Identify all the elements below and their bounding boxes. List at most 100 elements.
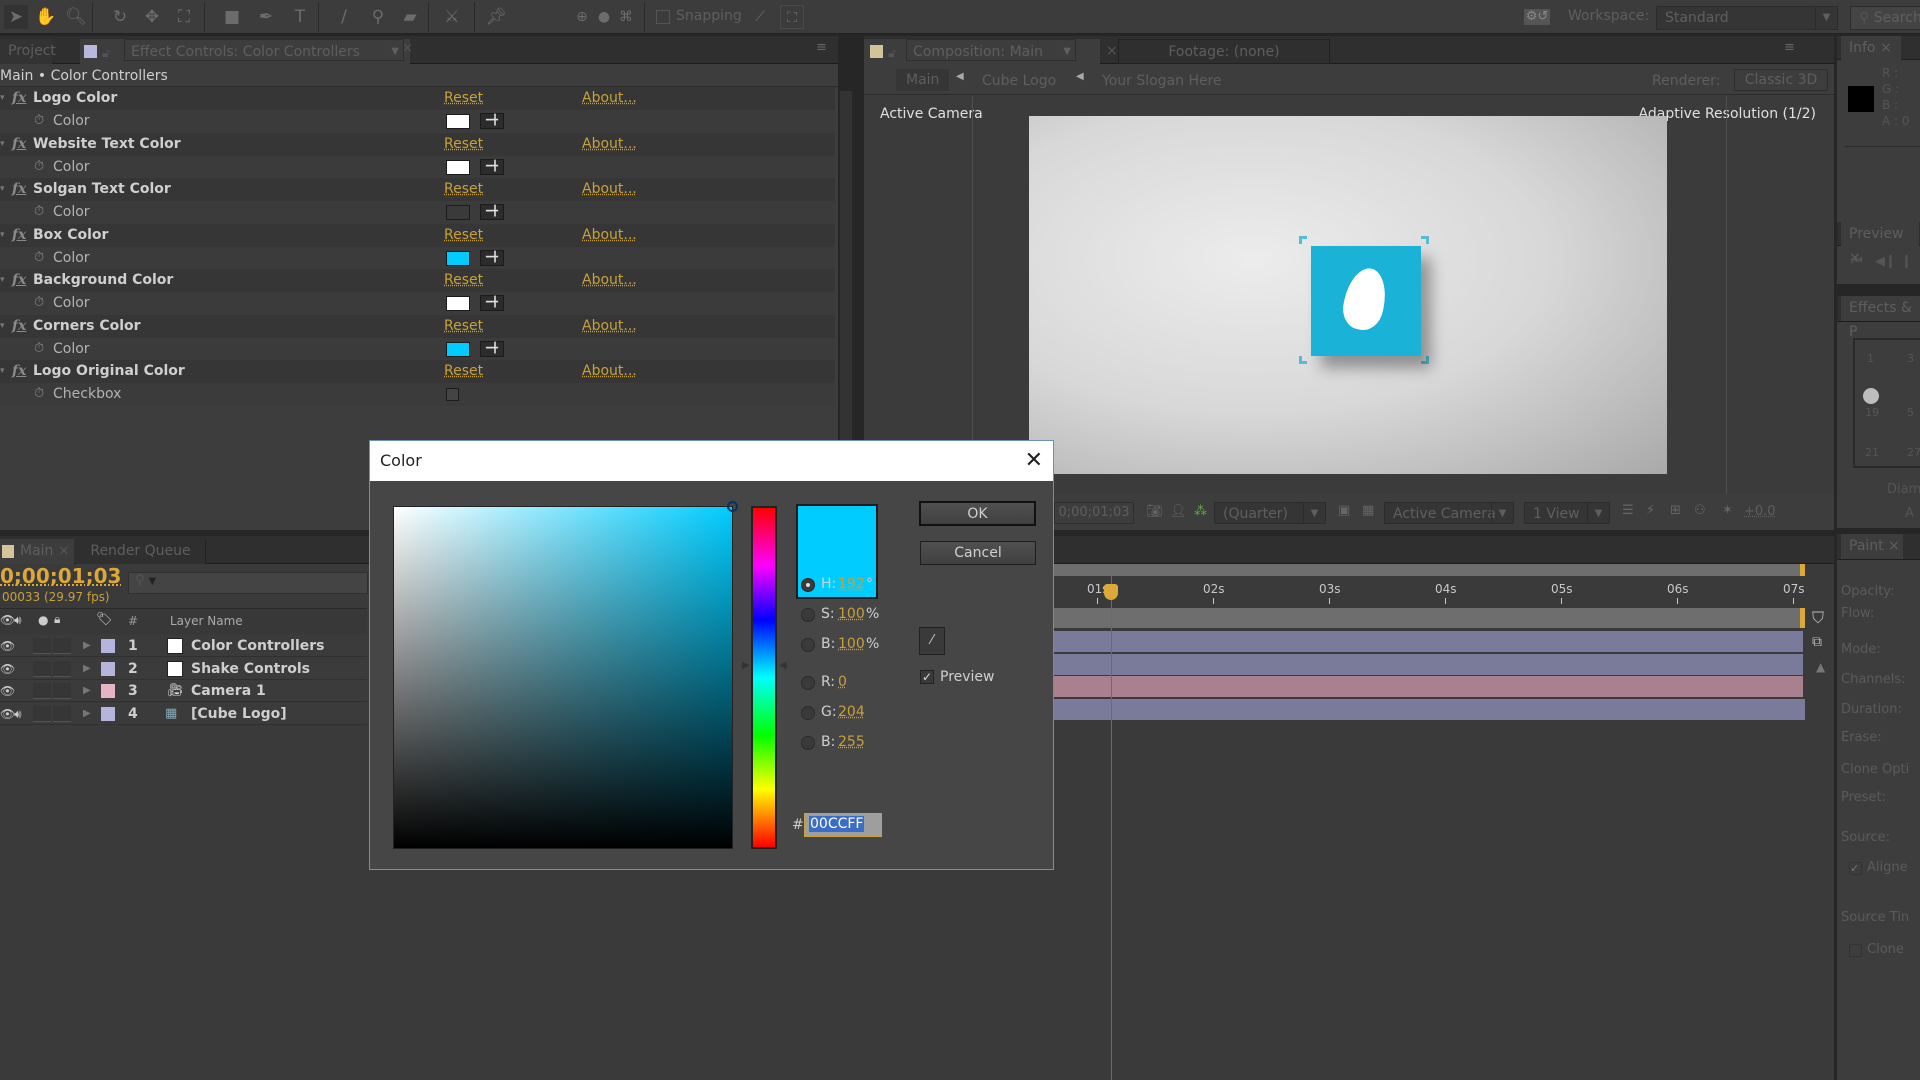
expand-triangle-icon[interactable]: ▾ bbox=[0, 360, 5, 382]
audio-icon[interactable]: 🔊︎ bbox=[14, 703, 22, 725]
field-value-bl[interactable]: 255 bbox=[838, 734, 865, 750]
layer-row[interactable]: 👁︎ ▶ 1 Color Controllers bbox=[0, 635, 367, 657]
scroll-up-icon[interactable]: ▲ bbox=[1816, 660, 1825, 674]
lock-toggle[interactable] bbox=[53, 660, 71, 677]
field-value-b[interactable]: 100 bbox=[838, 636, 865, 652]
pan-behind-tool-icon[interactable]: ⛶ bbox=[172, 5, 196, 29]
clone-stamp-tool-icon[interactable]: ⚲ bbox=[366, 5, 390, 29]
field-value-g[interactable]: 204 bbox=[838, 704, 865, 720]
local-axis-icon[interactable]: ⊕ bbox=[570, 5, 594, 29]
eyedropper-icon[interactable]: ━╋ bbox=[480, 340, 504, 357]
brush-tip[interactable]: 27 bbox=[1907, 446, 1920, 459]
snapping-checkbox[interactable] bbox=[656, 10, 670, 24]
snap-extend-icon[interactable]: ⛶ bbox=[780, 5, 804, 29]
label-color-swatch[interactable] bbox=[101, 706, 115, 721]
resolution-dropdown[interactable]: (Quarter) ▼ bbox=[1214, 502, 1326, 524]
property-checkbox[interactable] bbox=[446, 388, 459, 401]
nav-main[interactable]: Main bbox=[896, 69, 950, 91]
reset-link[interactable]: Reset bbox=[444, 87, 483, 109]
layer-search-input[interactable]: ⚲ ▼ bbox=[128, 572, 368, 594]
radio-b[interactable] bbox=[801, 638, 815, 652]
color-swatch[interactable] bbox=[446, 341, 470, 357]
color-picker-handle[interactable] bbox=[727, 501, 738, 512]
playhead-handle[interactable] bbox=[1104, 584, 1118, 600]
brush-tip[interactable]: 5 bbox=[1907, 406, 1914, 419]
tab-project[interactable]: Project bbox=[0, 39, 56, 64]
tab-main-timeline[interactable]: Main × bbox=[0, 539, 74, 564]
tab-effect-controls[interactable]: 🔓︎ Effect Controls: Color Controllers ▼ bbox=[80, 39, 410, 64]
orbit-camera-tool-icon[interactable]: ✥ bbox=[140, 5, 164, 29]
color-swatch[interactable] bbox=[446, 296, 470, 311]
fx-toggle-icon[interactable]: fx bbox=[12, 269, 26, 291]
solo-toggle[interactable] bbox=[33, 705, 51, 722]
layer-name[interactable]: Shake Controls bbox=[191, 658, 310, 680]
brush-tip[interactable]: 1 bbox=[1867, 352, 1874, 365]
toggle-pixel-aspect-icon[interactable]: ☰ bbox=[1622, 503, 1634, 518]
puppet-pin-tool-icon[interactable]: 📌︎ bbox=[484, 5, 508, 29]
type-tool-icon[interactable]: T bbox=[288, 5, 312, 29]
expand-triangle-icon[interactable]: ▾ bbox=[0, 133, 5, 155]
renderer-button[interactable]: Classic 3D bbox=[1734, 69, 1828, 91]
tab-paint[interactable]: Paint × bbox=[1841, 534, 1903, 559]
comp-marker-bin-icon[interactable]: ⛉ bbox=[1812, 608, 1824, 628]
field-value-r[interactable]: 0 bbox=[838, 674, 847, 690]
channel-rgb-icon[interactable]: ⁂ bbox=[1194, 504, 1207, 519]
solo-toggle[interactable] bbox=[33, 683, 51, 699]
eyedropper-icon[interactable]: ⁄ bbox=[919, 627, 945, 655]
work-area-out-point[interactable] bbox=[1800, 608, 1805, 628]
field-value-h[interactable]: 192 bbox=[838, 576, 865, 592]
expand-triangle-icon[interactable]: ▶ bbox=[83, 658, 91, 680]
label-color-swatch[interactable] bbox=[101, 684, 115, 698]
reset-link[interactable]: Reset bbox=[444, 178, 483, 200]
stopwatch-icon[interactable]: ⏱︎ bbox=[34, 338, 44, 360]
brush-tip[interactable]: 3 bbox=[1907, 352, 1914, 365]
clone-checkbox[interactable] bbox=[1849, 944, 1862, 957]
play-icon[interactable]: ❙ bbox=[1901, 254, 1912, 269]
stopwatch-icon[interactable]: ⏱︎ bbox=[34, 156, 44, 178]
first-frame-icon[interactable]: ⏮ bbox=[1851, 254, 1863, 269]
about-link[interactable]: About... bbox=[582, 360, 637, 382]
layer-row[interactable]: 👁︎ ▶ 3 🎥︎ Camera 1 bbox=[0, 680, 367, 702]
eyedropper-icon[interactable]: ━╋ bbox=[480, 249, 504, 266]
timeline-icon[interactable]: ⊞ bbox=[1670, 503, 1681, 518]
fx-toggle-icon[interactable]: fx bbox=[12, 224, 26, 246]
reset-link[interactable]: Reset bbox=[444, 224, 483, 246]
workspace-dropdown[interactable]: Standard ▼ bbox=[1656, 6, 1838, 30]
solo-toggle[interactable] bbox=[33, 638, 51, 654]
preview-checkbox[interactable]: ✓ bbox=[920, 670, 934, 684]
panel-menu-icon[interactable]: ≡ bbox=[816, 40, 827, 55]
saturation-brightness-field[interactable] bbox=[393, 501, 738, 849]
zoom-tool-icon[interactable]: 🔍︎ bbox=[64, 5, 88, 29]
eye-icon[interactable]: 👁︎ bbox=[0, 703, 15, 725]
camera-view-dropdown[interactable]: Active Camera ▼ bbox=[1384, 502, 1514, 524]
layer-duration-bar[interactable] bbox=[1053, 698, 1805, 721]
effect-row[interactable]: ▾ fx Background Color Reset About... bbox=[0, 269, 835, 292]
hue-arrow-left-icon[interactable]: ▶ bbox=[742, 660, 750, 671]
fx-toggle-icon[interactable]: fx bbox=[12, 133, 26, 155]
label-color-swatch[interactable] bbox=[101, 639, 115, 653]
layer-row[interactable]: 👁︎ ▶ 2 Shake Controls bbox=[0, 657, 367, 680]
layer-duration-bar[interactable] bbox=[1053, 631, 1803, 653]
eyedropper-icon[interactable]: ━╋ bbox=[480, 158, 504, 175]
previous-frame-icon[interactable]: ◀❙ bbox=[1875, 254, 1896, 269]
effect-row[interactable]: ▾ fx Logo Original Color Reset About... bbox=[0, 360, 835, 383]
current-timecode[interactable]: 0;00;01;03 bbox=[0, 564, 121, 588]
layer-duration-bar[interactable] bbox=[1053, 653, 1803, 676]
lock-icon[interactable]: 🔓︎ bbox=[102, 41, 110, 65]
color-swatch[interactable] bbox=[446, 114, 470, 129]
fx-toggle-icon[interactable]: fx bbox=[12, 315, 26, 337]
search-help-input[interactable]: ⚲ Search bbox=[1850, 6, 1920, 30]
hue-arrow-right-icon[interactable]: ◀ bbox=[779, 660, 787, 671]
ok-button[interactable]: OK bbox=[919, 501, 1036, 526]
fx-toggle-icon[interactable]: fx bbox=[12, 178, 26, 200]
eyedropper-icon[interactable]: ━╋ bbox=[480, 295, 504, 311]
aligned-checkbox[interactable]: ✓ bbox=[1849, 862, 1862, 875]
eye-icon[interactable]: 👁︎ bbox=[0, 635, 15, 657]
tab-effects-presets[interactable]: Effects & P bbox=[1841, 296, 1920, 340]
hex-input[interactable]: 00CCFF bbox=[804, 813, 882, 837]
comp-button-icon[interactable]: ⧉ bbox=[1812, 634, 1822, 650]
eyedropper-icon[interactable]: ━╋ bbox=[480, 113, 504, 129]
view-axis-icon[interactable]: ⌘ bbox=[614, 5, 638, 29]
tab-footage[interactable]: Footage: (none) bbox=[1118, 39, 1330, 64]
eyedropper-icon[interactable]: ━╋ bbox=[480, 204, 504, 220]
